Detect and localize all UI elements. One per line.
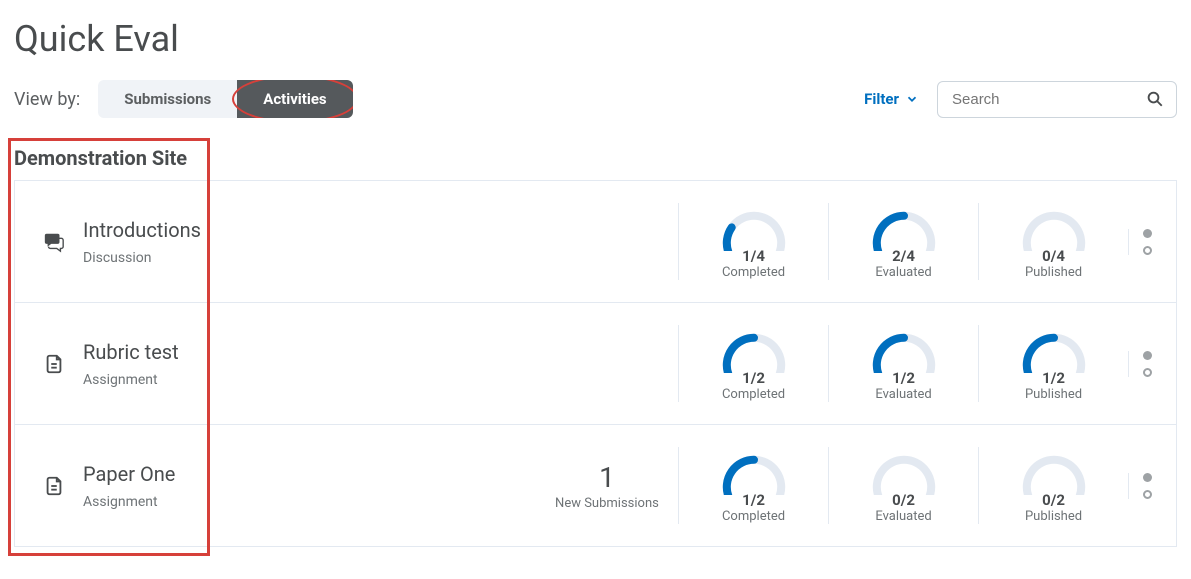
gauge-value: 1/2 — [693, 491, 814, 509]
gauge-value: 1/2 — [693, 369, 814, 387]
gauge-label: Evaluated — [843, 265, 964, 280]
activity-title: Introductions — [83, 218, 201, 242]
search-input[interactable] — [950, 90, 1130, 109]
dot-icon — [1143, 246, 1152, 255]
filter-label: Filter — [864, 90, 899, 108]
search-icon[interactable] — [1146, 90, 1164, 108]
gauge-label: Evaluated — [843, 509, 964, 524]
more-actions[interactable] — [1128, 351, 1166, 377]
new-submissions: 1 New Submissions — [536, 461, 678, 511]
search-box[interactable] — [937, 81, 1177, 118]
gauge-label: Completed — [693, 509, 814, 524]
section-title: Demonstration Site — [14, 146, 1177, 170]
gauge-value: 0/2 — [993, 491, 1114, 509]
gauge-value: 1/4 — [693, 247, 814, 265]
dot-icon — [1143, 490, 1152, 499]
gauge-value: 0/2 — [843, 491, 964, 509]
chevron-down-icon — [905, 92, 919, 106]
gauge-label: Evaluated — [843, 387, 964, 402]
view-tabs: Submissions Activities — [98, 80, 352, 118]
gauge-label: Published — [993, 509, 1114, 524]
gauge-completed: 1/2 Completed — [678, 447, 828, 524]
tab-activities[interactable]: Activities — [237, 80, 352, 118]
gauge-value: 2/4 — [843, 247, 964, 265]
assignment-icon — [43, 475, 65, 497]
assignment-icon — [43, 353, 65, 375]
activity-row[interactable]: Paper One Assignment 1 New Submissions 1… — [14, 425, 1177, 547]
view-by-label: View by: — [14, 89, 80, 110]
more-actions[interactable] — [1128, 473, 1166, 499]
gauge-published: 1/2 Published — [978, 325, 1128, 402]
activity-list: Introductions Discussion 1/4 Completed 2… — [14, 180, 1177, 547]
gauge-value: 0/4 — [993, 247, 1114, 265]
dot-icon — [1143, 229, 1152, 238]
activity-type: Assignment — [83, 494, 175, 510]
new-submissions-label: New Submissions — [536, 496, 678, 511]
gauge-completed: 1/4 Completed — [678, 203, 828, 280]
gauge-value: 1/2 — [843, 369, 964, 387]
discussion-icon — [43, 231, 65, 253]
gauge-evaluated: 2/4 Evaluated — [828, 203, 978, 280]
dot-icon — [1143, 368, 1152, 377]
more-actions[interactable] — [1128, 229, 1166, 255]
gauge-evaluated: 0/2 Evaluated — [828, 447, 978, 524]
dot-icon — [1143, 351, 1152, 360]
activity-row[interactable]: Rubric test Assignment 1/2 Completed 1/2… — [14, 303, 1177, 425]
dot-icon — [1143, 473, 1152, 482]
new-submissions-count: 1 — [536, 461, 678, 494]
activity-title: Rubric test — [83, 340, 179, 364]
gauge-label: Completed — [693, 265, 814, 280]
activity-title: Paper One — [83, 462, 175, 486]
gauge-label: Published — [993, 387, 1114, 402]
gauge-value: 1/2 — [993, 369, 1114, 387]
filter-button[interactable]: Filter — [864, 90, 919, 108]
tab-submissions[interactable]: Submissions — [98, 80, 237, 118]
activity-type: Assignment — [83, 372, 179, 388]
gauge-label: Completed — [693, 387, 814, 402]
gauge-completed: 1/2 Completed — [678, 325, 828, 402]
activity-type: Discussion — [83, 250, 201, 266]
gauge-published: 0/4 Published — [978, 203, 1128, 280]
activity-row[interactable]: Introductions Discussion 1/4 Completed 2… — [14, 181, 1177, 303]
gauge-label: Published — [993, 265, 1114, 280]
gauge-evaluated: 1/2 Evaluated — [828, 325, 978, 402]
gauge-published: 0/2 Published — [978, 447, 1128, 524]
page-title: Quick Eval — [14, 18, 1177, 60]
